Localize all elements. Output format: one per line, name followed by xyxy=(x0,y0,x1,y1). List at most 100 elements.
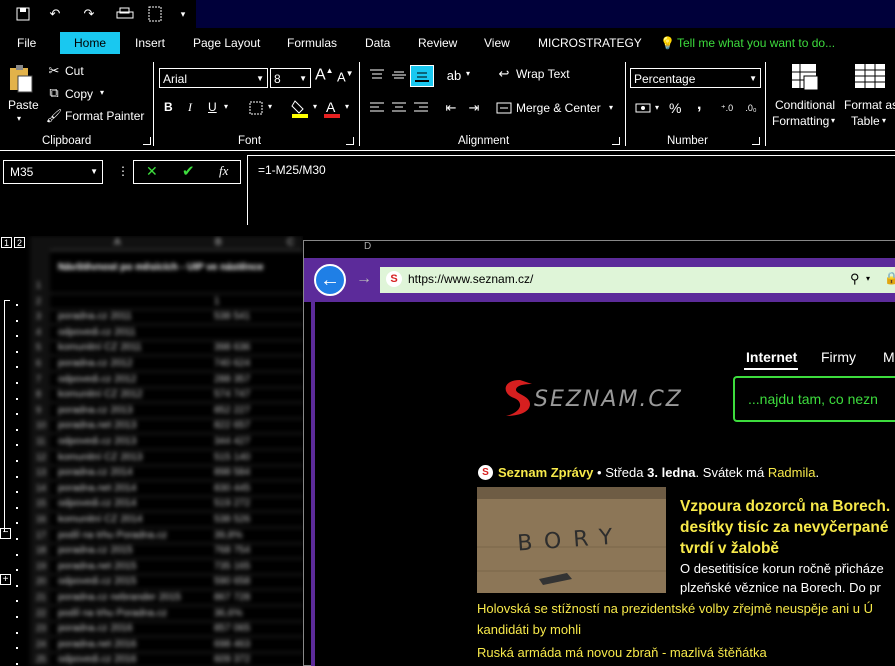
save-icon[interactable] xyxy=(12,4,34,24)
decrease-font-size-icon[interactable]: A▼ xyxy=(337,69,354,84)
number-launcher-icon[interactable] xyxy=(752,137,760,145)
align-bottom-icon[interactable] xyxy=(410,65,434,87)
cell-value[interactable]: 1 xyxy=(214,296,220,307)
number-format-combo[interactable]: Percentage ▼ xyxy=(630,68,761,88)
tell-me-box[interactable]: Tell me what you want to do... xyxy=(675,32,837,54)
alignment-launcher-icon[interactable] xyxy=(612,137,620,145)
cell-value[interactable]: 344 427 xyxy=(214,436,250,447)
row-number[interactable]: 21 xyxy=(36,592,46,602)
address-url[interactable]: https://www.seznam.cz/ xyxy=(408,272,533,286)
cell-value[interactable]: 852 227 xyxy=(214,405,250,416)
cell-value[interactable]: 609 372 xyxy=(214,654,250,665)
conditional-dropdown-icon[interactable]: ▾ xyxy=(831,116,835,125)
cell-label[interactable]: poradna.cz 2012 xyxy=(58,358,133,369)
cell-value[interactable]: 898 584 xyxy=(214,467,250,478)
news-image[interactable]: BORY xyxy=(477,487,666,593)
row-number[interactable]: 20 xyxy=(36,576,46,586)
align-middle-icon[interactable] xyxy=(390,67,408,83)
row-number[interactable]: 1 xyxy=(36,280,41,290)
cell-label[interactable]: poradna.cz nebrander 2015 xyxy=(58,592,181,603)
redo-icon[interactable]: ↷ xyxy=(78,4,100,24)
row-number[interactable]: 25 xyxy=(36,654,46,664)
forward-arrow-icon[interactable]: → xyxy=(356,270,372,288)
format-as-table-dropdown-icon[interactable]: ▾ xyxy=(882,116,886,125)
align-left-icon[interactable] xyxy=(368,100,386,116)
comma-button[interactable]: , xyxy=(697,96,701,114)
tab-formulas[interactable]: Formulas xyxy=(285,32,339,54)
tab-home[interactable]: Home xyxy=(60,32,121,54)
row-number[interactable]: 24 xyxy=(36,639,46,649)
paste-button[interactable]: Paste xyxy=(8,98,39,112)
news-headline[interactable]: Vzpoura dozorců na Borech. desítky tisíc… xyxy=(680,496,895,559)
italic-button[interactable]: I xyxy=(188,100,192,115)
cell-label[interactable]: odpovedi.cz 2015 xyxy=(58,576,136,587)
cell-label[interactable]: odpovedi.cz 2011 xyxy=(58,327,136,338)
cell-value[interactable]: 538 526 xyxy=(214,514,250,525)
font-color-dropdown-icon[interactable]: ▾ xyxy=(345,102,349,111)
cell-label[interactable]: poradna.net 2013 xyxy=(58,420,136,431)
cell-label[interactable]: poradna.cz 2015 xyxy=(58,545,133,556)
conditional-formatting-line1[interactable]: Conditional xyxy=(775,98,835,112)
increase-indent-icon[interactable]: ⇥ xyxy=(465,100,483,116)
fill-dropdown-icon[interactable]: ▾ xyxy=(313,102,317,111)
tab-page-layout[interactable]: Page Layout xyxy=(191,32,262,54)
copy-dropdown-icon[interactable]: ▾ xyxy=(100,88,104,97)
cell-label[interactable]: podíl na trhu Poradna.cz xyxy=(58,608,167,619)
font-size-combo[interactable]: 8 ▼ xyxy=(270,68,311,88)
scissors-icon[interactable]: ✂ xyxy=(46,63,62,79)
row-number[interactable]: 23 xyxy=(36,623,46,633)
font-name-combo[interactable]: Arial ▼ xyxy=(159,68,268,88)
row-number[interactable]: 22 xyxy=(36,608,46,618)
row-number[interactable]: 3 xyxy=(36,311,41,321)
cell-value[interactable]: 538 541 xyxy=(214,311,250,322)
row-number[interactable]: 6 xyxy=(36,358,41,368)
format-as-table-icon[interactable] xyxy=(853,62,887,92)
cell-value[interactable]: 740 624 xyxy=(214,358,250,369)
accounting-format-icon[interactable] xyxy=(634,100,652,116)
increase-font-size-icon[interactable]: A▲ xyxy=(315,66,334,84)
fill-color-icon[interactable] xyxy=(291,98,309,118)
news-link[interactable]: Ruská armáda má novou zbraň - mazlivá št… xyxy=(477,645,767,660)
cancel-icon[interactable]: ✕ xyxy=(146,163,158,180)
cell-label[interactable]: komunitní CZ 2012 xyxy=(58,389,143,400)
borders-icon[interactable] xyxy=(248,100,264,116)
paste-icon[interactable] xyxy=(7,63,35,95)
row-number[interactable]: 17 xyxy=(36,530,46,540)
tab-file[interactable]: File xyxy=(15,32,38,54)
cell-label[interactable]: poradna.net 2014 xyxy=(58,483,136,494)
bold-button[interactable]: B xyxy=(164,100,173,114)
tab-microstrategy[interactable]: MICROSTRATEGY xyxy=(536,32,644,54)
spreadsheet-area[interactable]: 1 2 − + A B C Návštěvnost po měsících - … xyxy=(0,236,303,666)
cut-button[interactable]: Cut xyxy=(65,64,84,78)
copy-button[interactable]: Copy xyxy=(65,87,93,101)
cell-label[interactable]: odpovedi.cz 2014 xyxy=(58,498,136,509)
format-as-table-line1[interactable]: Format as xyxy=(844,98,895,112)
format-painter-button[interactable]: Format Painter xyxy=(65,109,144,123)
row-number[interactable]: 13 xyxy=(36,467,46,477)
car-icon[interactable] xyxy=(114,4,136,24)
orientation-icon[interactable]: ab xyxy=(445,67,463,83)
row-number[interactable]: 16 xyxy=(36,514,46,524)
paste-dropdown-icon[interactable]: ▾ xyxy=(17,114,21,123)
align-top-icon[interactable] xyxy=(368,67,386,83)
tab-review[interactable]: Review xyxy=(416,32,459,54)
chevron-down-icon[interactable]: ▾ xyxy=(866,274,870,283)
row-number[interactable]: 19 xyxy=(36,561,46,571)
paintbrush-icon[interactable]: 🖌 xyxy=(46,108,63,124)
nav-tab-internet[interactable]: Internet xyxy=(746,349,797,365)
row-number[interactable]: 11 xyxy=(36,436,45,446)
cell-value[interactable]: 698 463 xyxy=(214,639,250,650)
font-color-icon[interactable]: A xyxy=(323,98,341,118)
align-right-icon[interactable] xyxy=(412,100,430,116)
row-number[interactable]: 15 xyxy=(36,498,46,508)
search-placeholder[interactable]: ...najdu tam, co nezn xyxy=(748,391,878,407)
enter-icon[interactable]: ✔ xyxy=(182,162,195,180)
cell-label[interactable]: poradna.cz 2016 xyxy=(58,623,133,634)
nav-tab-more[interactable]: M xyxy=(883,349,895,365)
formula-text[interactable]: =1-M25/M30 xyxy=(258,163,326,177)
cell-label[interactable]: komunitní CZ 2011 xyxy=(58,342,142,353)
row-number[interactable]: 4 xyxy=(36,327,41,337)
row-number[interactable]: 7 xyxy=(36,374,41,384)
cell-value[interactable]: 574 747 xyxy=(214,389,250,400)
cell-label[interactable]: odpovedi.cz 2013 xyxy=(58,436,136,447)
